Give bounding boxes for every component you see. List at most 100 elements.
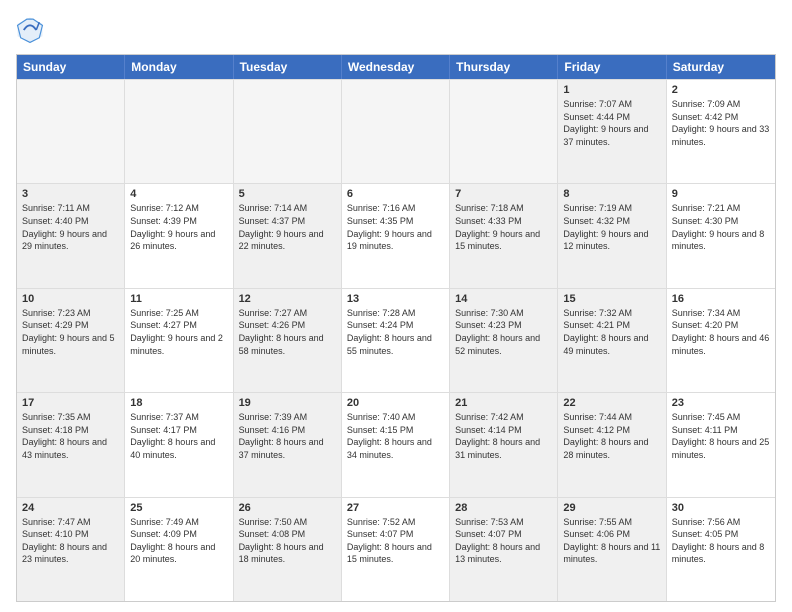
- day-number: 30: [672, 502, 770, 514]
- day-info: Sunrise: 7:44 AM Sunset: 4:12 PM Dayligh…: [563, 411, 660, 461]
- day-info: Sunrise: 7:11 AM Sunset: 4:40 PM Dayligh…: [22, 202, 119, 252]
- day-info: Sunrise: 7:19 AM Sunset: 4:32 PM Dayligh…: [563, 202, 660, 252]
- day-info: Sunrise: 7:25 AM Sunset: 4:27 PM Dayligh…: [130, 307, 227, 357]
- day-info: Sunrise: 7:45 AM Sunset: 4:11 PM Dayligh…: [672, 411, 770, 461]
- day-info: Sunrise: 7:30 AM Sunset: 4:23 PM Dayligh…: [455, 307, 552, 357]
- day-number: 18: [130, 397, 227, 409]
- day-number: 13: [347, 293, 444, 305]
- day-info: Sunrise: 7:53 AM Sunset: 4:07 PM Dayligh…: [455, 516, 552, 566]
- day-number: 14: [455, 293, 552, 305]
- day-number: 8: [563, 188, 660, 200]
- day-info: Sunrise: 7:21 AM Sunset: 4:30 PM Dayligh…: [672, 202, 770, 252]
- day-number: 9: [672, 188, 770, 200]
- day-number: 7: [455, 188, 552, 200]
- day-number: 1: [563, 84, 660, 96]
- day-number: 25: [130, 502, 227, 514]
- day-info: Sunrise: 7:23 AM Sunset: 4:29 PM Dayligh…: [22, 307, 119, 357]
- day-number: 10: [22, 293, 119, 305]
- day-info: Sunrise: 7:34 AM Sunset: 4:20 PM Dayligh…: [672, 307, 770, 357]
- day-number: 17: [22, 397, 119, 409]
- day-info: Sunrise: 7:16 AM Sunset: 4:35 PM Dayligh…: [347, 202, 444, 252]
- calendar-row-4: 24Sunrise: 7:47 AM Sunset: 4:10 PM Dayli…: [17, 497, 775, 601]
- header-cell-thursday: Thursday: [450, 55, 558, 79]
- empty-cell: [450, 80, 558, 183]
- day-number: 21: [455, 397, 552, 409]
- day-info: Sunrise: 7:14 AM Sunset: 4:37 PM Dayligh…: [239, 202, 336, 252]
- day-cell-2: 2 Sunrise: 7:09 AM Sunset: 4:42 PM Daylig…: [667, 80, 775, 183]
- day-info: Sunrise: 7:35 AM Sunset: 4:18 PM Dayligh…: [22, 411, 119, 461]
- day-info: Sunrise: 7:09 AM Sunset: 4:42 PM Dayligh…: [672, 98, 770, 148]
- day-cell-24: 24Sunrise: 7:47 AM Sunset: 4:10 PM Dayli…: [17, 498, 125, 601]
- calendar-row-0: 1 Sunrise: 7:07 AM Sunset: 4:44 PM Daylig…: [17, 79, 775, 183]
- day-cell-30: 30 Sunrise: 7:56 AM Sunset: 4:05 PM Dayli…: [667, 498, 775, 601]
- day-number: 5: [239, 188, 336, 200]
- day-number: 2: [672, 84, 770, 96]
- day-info: Sunrise: 7:40 AM Sunset: 4:15 PM Dayligh…: [347, 411, 444, 461]
- calendar-row-1: 3 Sunrise: 7:11 AM Sunset: 4:40 PM Daylig…: [17, 183, 775, 287]
- header-cell-sunday: Sunday: [17, 55, 125, 79]
- day-info: Sunrise: 7:49 AM Sunset: 4:09 PM Dayligh…: [130, 516, 227, 566]
- day-cell-7: 7 Sunrise: 7:18 AM Sunset: 4:33 PM Daylig…: [450, 184, 558, 287]
- empty-cell: [234, 80, 342, 183]
- day-cell-3: 3 Sunrise: 7:11 AM Sunset: 4:40 PM Daylig…: [17, 184, 125, 287]
- day-info: Sunrise: 7:39 AM Sunset: 4:16 PM Dayligh…: [239, 411, 336, 461]
- day-number: 6: [347, 188, 444, 200]
- day-cell-17: 17 Sunrise: 7:35 AM Sunset: 4:18 PM Dayli…: [17, 393, 125, 496]
- calendar-header: SundayMondayTuesdayWednesdayThursdayFrid…: [17, 55, 775, 79]
- day-info: Sunrise: 7:52 AM Sunset: 4:07 PM Dayligh…: [347, 516, 444, 566]
- day-cell-13: 13 Sunrise: 7:28 AM Sunset: 4:24 PM Dayli…: [342, 289, 450, 392]
- day-cell-20: 20 Sunrise: 7:40 AM Sunset: 4:15 PM Dayli…: [342, 393, 450, 496]
- day-number: 29: [563, 502, 660, 514]
- day-cell-28: 28 Sunrise: 7:53 AM Sunset: 4:07 PM Dayli…: [450, 498, 558, 601]
- day-cell-19: 19 Sunrise: 7:39 AM Sunset: 4:16 PM Dayli…: [234, 393, 342, 496]
- header-cell-friday: Friday: [558, 55, 666, 79]
- empty-cell: [125, 80, 233, 183]
- day-cell-6: 6 Sunrise: 7:16 AM Sunset: 4:35 PM Daylig…: [342, 184, 450, 287]
- empty-cell: [342, 80, 450, 183]
- day-cell-27: 27 Sunrise: 7:52 AM Sunset: 4:07 PM Dayli…: [342, 498, 450, 601]
- day-cell-22: 22 Sunrise: 7:44 AM Sunset: 4:12 PM Dayli…: [558, 393, 666, 496]
- day-info: Sunrise: 7:47 AM Sunset: 4:10 PM Dayligh…: [22, 516, 119, 566]
- day-cell-1: 1 Sunrise: 7:07 AM Sunset: 4:44 PM Daylig…: [558, 80, 666, 183]
- day-number: 16: [672, 293, 770, 305]
- day-cell-18: 18 Sunrise: 7:37 AM Sunset: 4:17 PM Dayli…: [125, 393, 233, 496]
- day-info: Sunrise: 7:56 AM Sunset: 4:05 PM Dayligh…: [672, 516, 770, 566]
- day-number: 27: [347, 502, 444, 514]
- day-info: Sunrise: 7:50 AM Sunset: 4:08 PM Dayligh…: [239, 516, 336, 566]
- day-number: 20: [347, 397, 444, 409]
- logo-icon: [16, 16, 44, 44]
- day-cell-11: 11 Sunrise: 7:25 AM Sunset: 4:27 PM Dayli…: [125, 289, 233, 392]
- empty-cell: [17, 80, 125, 183]
- day-number: 11: [130, 293, 227, 305]
- day-cell-15: 15Sunrise: 7:32 AM Sunset: 4:21 PM Dayli…: [558, 289, 666, 392]
- day-info: Sunrise: 7:12 AM Sunset: 4:39 PM Dayligh…: [130, 202, 227, 252]
- day-cell-14: 14 Sunrise: 7:30 AM Sunset: 4:23 PM Dayli…: [450, 289, 558, 392]
- day-cell-16: 16 Sunrise: 7:34 AM Sunset: 4:20 PM Dayli…: [667, 289, 775, 392]
- day-cell-21: 21Sunrise: 7:42 AM Sunset: 4:14 PM Dayli…: [450, 393, 558, 496]
- day-number: 12: [239, 293, 336, 305]
- day-number: 3: [22, 188, 119, 200]
- day-number: 15: [563, 293, 660, 305]
- day-cell-25: 25 Sunrise: 7:49 AM Sunset: 4:09 PM Dayli…: [125, 498, 233, 601]
- header-cell-saturday: Saturday: [667, 55, 775, 79]
- day-info: Sunrise: 7:07 AM Sunset: 4:44 PM Dayligh…: [563, 98, 660, 148]
- page: SundayMondayTuesdayWednesdayThursdayFrid…: [0, 0, 792, 612]
- day-number: 19: [239, 397, 336, 409]
- day-cell-10: 10 Sunrise: 7:23 AM Sunset: 4:29 PM Dayli…: [17, 289, 125, 392]
- day-info: Sunrise: 7:37 AM Sunset: 4:17 PM Dayligh…: [130, 411, 227, 461]
- calendar-row-2: 10 Sunrise: 7:23 AM Sunset: 4:29 PM Dayli…: [17, 288, 775, 392]
- day-info: Sunrise: 7:55 AM Sunset: 4:06 PM Dayligh…: [563, 516, 660, 566]
- day-cell-9: 9 Sunrise: 7:21 AM Sunset: 4:30 PM Daylig…: [667, 184, 775, 287]
- day-cell-29: 29 Sunrise: 7:55 AM Sunset: 4:06 PM Dayli…: [558, 498, 666, 601]
- calendar-row-3: 17 Sunrise: 7:35 AM Sunset: 4:18 PM Dayli…: [17, 392, 775, 496]
- day-number: 28: [455, 502, 552, 514]
- day-cell-8: 8 Sunrise: 7:19 AM Sunset: 4:32 PM Daylig…: [558, 184, 666, 287]
- day-number: 22: [563, 397, 660, 409]
- day-info: Sunrise: 7:18 AM Sunset: 4:33 PM Dayligh…: [455, 202, 552, 252]
- day-number: 26: [239, 502, 336, 514]
- day-cell-4: 4Sunrise: 7:12 AM Sunset: 4:39 PM Daylig…: [125, 184, 233, 287]
- day-cell-5: 5 Sunrise: 7:14 AM Sunset: 4:37 PM Daylig…: [234, 184, 342, 287]
- logo: [16, 16, 48, 44]
- header-cell-monday: Monday: [125, 55, 233, 79]
- day-info: Sunrise: 7:28 AM Sunset: 4:24 PM Dayligh…: [347, 307, 444, 357]
